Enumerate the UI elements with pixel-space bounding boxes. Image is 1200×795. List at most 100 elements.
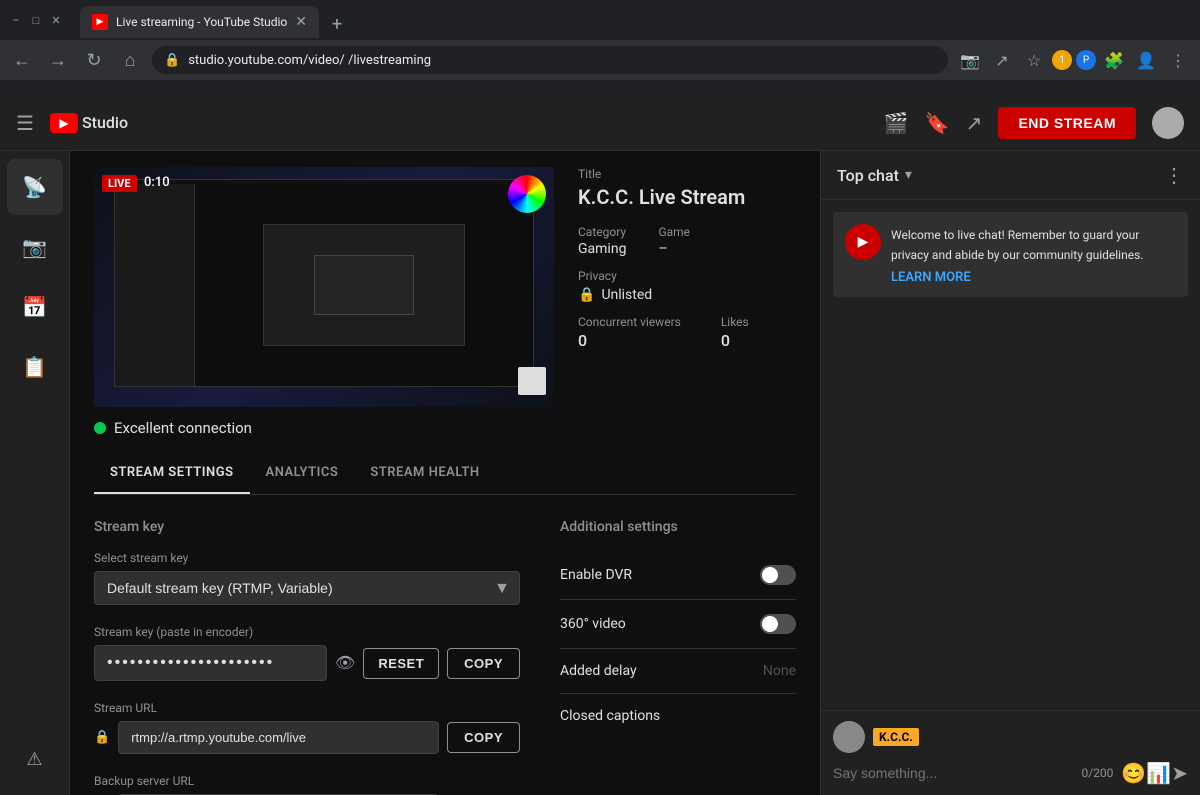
likes-stat: Likes 0	[721, 315, 749, 350]
tabs-bar: STREAM SETTINGS ANALYTICS STREAM HEALTH	[94, 453, 796, 495]
sidebar-item-content[interactable]: 📋	[7, 339, 63, 395]
close-button[interactable]: ✕	[48, 12, 64, 28]
end-stream-button[interactable]: END STREAM	[998, 107, 1136, 139]
home-button[interactable]: ⌂	[116, 46, 144, 74]
preview-video: LIVE 0:10	[94, 167, 554, 407]
hamburger-icon[interactable]: ☰	[16, 111, 34, 135]
active-tab[interactable]: ▶ Live streaming - YouTube Studio ✕	[80, 6, 319, 38]
camera-sidebar-icon: 📷	[22, 235, 47, 259]
sidebar-item-live[interactable]: 📡	[7, 159, 63, 215]
copy-stream-url-button[interactable]: COPY	[447, 722, 520, 753]
forward-button[interactable]: →	[44, 46, 72, 74]
chat-emoji-icon[interactable]: 😊	[1121, 761, 1146, 785]
status-text: Excellent connection	[114, 419, 252, 437]
tab-favicon: ▶	[92, 14, 108, 30]
chat-char-count: 0/200	[1081, 766, 1113, 780]
stream-info: Title K.C.C. Live Stream Category Gaming…	[578, 167, 796, 437]
select-wrapper: Default stream key (RTMP, Variable) ▼	[94, 571, 520, 605]
share-icon[interactable]: ↗	[988, 46, 1016, 74]
toggle-knob-360	[762, 616, 778, 632]
game-value: –	[658, 241, 690, 257]
enable-dvr-toggle[interactable]	[760, 565, 796, 585]
game-label: Game	[658, 225, 690, 239]
back-button[interactable]: ←	[8, 46, 36, 74]
bookmark-header-icon[interactable]: 🔖	[925, 111, 950, 135]
backup-url-field-group: Backup server URL 🔒 COPY	[94, 774, 520, 795]
stream-key-section-title: Stream key	[94, 519, 520, 535]
tab-close-icon[interactable]: ✕	[295, 14, 307, 30]
preview-thumbnail: LIVE 0:10	[94, 167, 554, 407]
privacy-label: Privacy	[578, 269, 796, 283]
copy-stream-key-button[interactable]: COPY	[447, 648, 520, 679]
yt-logo: ▶ Studio	[50, 113, 128, 133]
concurrent-viewers-label: Concurrent viewers	[578, 315, 681, 329]
live-icon: 📡	[22, 175, 47, 199]
stream-key-input[interactable]	[94, 645, 327, 681]
tab-stream-settings[interactable]: STREAM SETTINGS	[94, 453, 250, 494]
video-360-item: 360° video	[560, 600, 796, 649]
window-controls: – □ ✕	[8, 12, 64, 28]
stream-key-select[interactable]: Default stream key (RTMP, Variable)	[94, 571, 520, 605]
chat-send-icon[interactable]: ➤	[1171, 761, 1188, 785]
enable-dvr-label: Enable DVR	[560, 567, 632, 583]
chat-welcome-text: Welcome to live chat! Remember to guard …	[891, 228, 1143, 262]
chat-user-row: K.C.C.	[833, 721, 1188, 753]
tab-analytics[interactable]: ANALYTICS	[250, 453, 355, 494]
browser-chrome: – □ ✕ ▶ Live streaming - YouTube Studio …	[0, 0, 1200, 95]
new-tab-button[interactable]: +	[323, 10, 351, 38]
share-header-icon[interactable]: ↗	[966, 111, 983, 135]
game-col: Game –	[658, 225, 690, 257]
likes-value: 0	[721, 331, 749, 350]
video-360-toggle[interactable]	[760, 614, 796, 634]
clapperboard-icon[interactable]: 🎬	[884, 111, 909, 135]
chat-analytics-icon[interactable]: 📊	[1146, 761, 1171, 785]
content-area: 📡 📷 📅 📋 ⚠	[0, 151, 1200, 795]
sidebar-item-alerts[interactable]: ⚠	[7, 731, 63, 787]
live-badge: LIVE	[102, 175, 137, 192]
chat-header: Top chat ▾ ⋮	[821, 151, 1200, 200]
bookmark-icon[interactable]: ☆	[1020, 46, 1048, 74]
browser-titlebar: – □ ✕ ▶ Live streaming - YouTube Studio …	[0, 0, 1200, 40]
address-bar[interactable]: 🔒 studio.youtube.com/video/ /livestreami…	[152, 46, 948, 74]
app: ☰ ▶ Studio 🎬 🔖 ↗ END STREAM 📡 📷 �	[0, 95, 1200, 795]
stream-url-label: Stream URL	[94, 701, 520, 715]
preview-timer: 0:10	[144, 175, 170, 190]
settings-right: Additional settings Enable DVR 360° vide…	[560, 519, 796, 795]
connection-status: Excellent connection	[94, 419, 554, 437]
toolbar-icons: 📷 ↗ ☆ 1 P 🧩 👤 ⋮	[956, 46, 1192, 74]
likes-label: Likes	[721, 315, 749, 329]
learn-more-link[interactable]: LEARN MORE	[891, 270, 1176, 285]
maximize-button[interactable]: □	[28, 12, 44, 28]
user-avatar[interactable]	[1152, 107, 1184, 139]
chat-chevron-icon[interactable]: ▾	[905, 167, 912, 183]
camera-icon[interactable]: 📷	[956, 46, 984, 74]
sidebar-item-schedule[interactable]: 📅	[7, 279, 63, 335]
closed-captions-item: Closed captions	[560, 694, 796, 738]
chat-input-area: K.C.C. 0/200 😊 📊 ➤	[821, 710, 1200, 795]
extension2-icon[interactable]: P	[1076, 50, 1096, 70]
toggle-visibility-button[interactable]: 👁	[335, 653, 355, 673]
extensions-icon[interactable]: 🧩	[1100, 46, 1128, 74]
reload-button[interactable]: ↻	[80, 46, 108, 74]
added-delay-value: None	[763, 663, 796, 679]
reset-button[interactable]: RESET	[363, 648, 439, 679]
stream-url-input[interactable]	[118, 721, 439, 754]
minimize-button[interactable]: –	[8, 12, 24, 28]
chat-title: Top chat ▾	[837, 166, 1164, 185]
concurrent-viewers-stat: Concurrent viewers 0	[578, 315, 681, 350]
tab-bar: ▶ Live streaming - YouTube Studio ✕ +	[72, 2, 359, 38]
chat-input[interactable]	[833, 765, 1081, 781]
menu-icon[interactable]: ⋮	[1164, 46, 1192, 74]
sidebar: 📡 📷 📅 📋 ⚠	[0, 151, 70, 795]
chat-more-icon[interactable]: ⋮	[1164, 163, 1184, 187]
header-right: 🎬 🔖 ↗ END STREAM	[884, 107, 1184, 139]
stream-url-field-group: Stream URL 🔒 COPY	[94, 701, 520, 754]
stream-key-input-row: 👁 RESET COPY	[94, 645, 520, 681]
privacy-lock-icon: 🔒	[578, 287, 595, 303]
extension1-icon[interactable]: 1	[1052, 50, 1072, 70]
schedule-icon: 📅	[22, 295, 47, 319]
tab-stream-health[interactable]: STREAM HEALTH	[354, 453, 495, 494]
profile-icon[interactable]: 👤	[1132, 46, 1160, 74]
youtube-icon: ▶	[50, 113, 78, 133]
sidebar-item-camera[interactable]: 📷	[7, 219, 63, 275]
